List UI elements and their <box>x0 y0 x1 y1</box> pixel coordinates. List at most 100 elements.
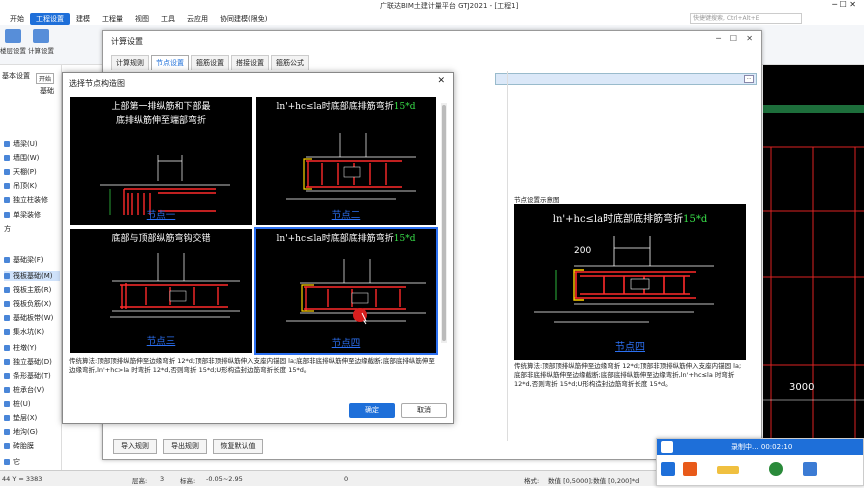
preview-title: 节点设置示意图 <box>514 196 560 204</box>
tab-node-settings[interactable]: 节点设置 <box>151 55 189 70</box>
component-label: 筏板基础(M) <box>13 272 53 280</box>
close-icon[interactable]: ✕ <box>746 34 753 43</box>
component-item[interactable]: 桩承台(V) <box>4 385 44 395</box>
window-controls[interactable]: ─ ☐ ✕ <box>832 0 856 9</box>
component-item[interactable]: 独立柱装修 <box>4 195 48 205</box>
component-icon <box>4 273 10 279</box>
stop-icon[interactable] <box>683 462 697 476</box>
component-item[interactable]: 条形基础(T) <box>4 371 51 381</box>
component-label: 单梁装修 <box>13 211 41 219</box>
component-label: 墙梁(U) <box>13 140 38 148</box>
selected-setting-row[interactable]: ··· <box>495 73 757 85</box>
recorder-widget: 录制中... 00:02:10 <box>656 438 864 486</box>
component-item[interactable]: 柱墩(Y) <box>4 343 37 353</box>
component-icon <box>4 429 10 435</box>
pause-icon[interactable] <box>661 462 675 476</box>
component-item[interactable]: 墙围(W) <box>4 153 39 163</box>
component-item[interactable]: 地沟(G) <box>4 427 38 437</box>
menu-cloud[interactable]: 云应用 <box>181 13 214 25</box>
menu-start[interactable]: 开始 <box>4 13 30 25</box>
cad-canvas[interactable]: 3000 <box>763 65 864 486</box>
component-item[interactable]: 吊顶(K) <box>4 181 37 191</box>
coord-readout: 44 Y = 3383 <box>2 475 43 483</box>
component-item[interactable]: 它 <box>4 457 20 467</box>
webcam-icon[interactable] <box>769 462 783 476</box>
component-item[interactable]: 桩(U) <box>4 399 31 409</box>
component-icon <box>4 315 10 321</box>
title-bar: 广联达BIM土建计量平台 GTJ2021 - [工程1] ─ ☐ ✕ <box>0 0 864 12</box>
ok-button[interactable]: 确定 <box>349 403 395 418</box>
component-item[interactable]: 独立基础(D) <box>4 357 52 367</box>
node-list-scrollbar[interactable] <box>441 103 447 343</box>
component-label: 独立柱装修 <box>13 196 48 204</box>
more-icon[interactable]: ··· <box>744 75 754 83</box>
menu-modeling[interactable]: 建模 <box>70 13 96 25</box>
scrollbar-thumb[interactable] <box>442 105 446 341</box>
component-item[interactable]: 筏板负筋(X) <box>4 299 51 309</box>
node-option-3[interactable]: 底部与顶部纵筋弯钩交错 节点三 <box>70 229 252 353</box>
node-option-4[interactable]: ln'+hc≤la时底部底排筋弯折15*d 节点四 <box>254 227 438 355</box>
component-label: 基础梁(F) <box>13 256 44 264</box>
import-rules-button[interactable]: 导入规则 <box>113 439 157 454</box>
node-option-1[interactable]: 上部第一排纵筋和下部最 底排纵筋伸至端部弯折 节点一 <box>70 97 252 225</box>
component-icon <box>4 415 10 421</box>
elevation-label: 标高: <box>180 477 196 485</box>
menu-quantities[interactable]: 工程量 <box>96 13 129 25</box>
node-dialog-close-icon[interactable]: ✕ <box>437 76 445 86</box>
component-item[interactable]: 天棚(P) <box>4 167 37 177</box>
component-label: 吊顶(K) <box>13 182 38 190</box>
foundation-tab[interactable]: 基础 <box>40 86 54 96</box>
tab-stirrup-settings[interactable]: 箍筋设置 <box>191 55 229 70</box>
calc-settings-button[interactable]: 计算设置 <box>28 29 54 55</box>
pen-icon[interactable] <box>803 462 817 476</box>
component-item[interactable]: 砖胎膜 <box>4 441 34 451</box>
tab-calc-rules[interactable]: 计算规则 <box>111 55 149 70</box>
node-4-caption: 节点四 <box>331 338 361 349</box>
floor-height-value: 3 <box>160 475 165 483</box>
node-option-2[interactable]: ln'+hc≤la时底部底排筋弯折15*d 节点二 <box>256 97 436 225</box>
component-label: 条形基础(T) <box>13 372 51 380</box>
component-label: 桩(U) <box>13 400 31 408</box>
component-item[interactable]: 垫层(X) <box>4 413 37 423</box>
maximize-icon[interactable]: ☐ <box>730 34 737 43</box>
component-icon <box>4 345 10 351</box>
component-item[interactable]: 墙梁(U) <box>4 139 38 149</box>
component-icon <box>4 359 10 365</box>
floor-settings-button[interactable]: 楼层设置 <box>0 29 26 55</box>
component-icon <box>4 443 10 449</box>
tab-stirrup-formula[interactable]: 箍筋公式 <box>271 55 309 70</box>
component-item[interactable]: 集水坑(K) <box>4 327 44 337</box>
component-item[interactable]: 基础板带(W) <box>4 313 53 323</box>
component-icon <box>4 155 10 161</box>
component-item[interactable]: 单梁装修 <box>4 210 41 220</box>
component-label: 它 <box>13 458 20 466</box>
restore-default-button[interactable]: 恢复默认值 <box>213 439 263 454</box>
menu-project-settings[interactable]: 工程设置 <box>30 12 70 25</box>
node-dialog-title: 选择节点构造图 <box>69 79 125 88</box>
shortcut-search-input[interactable]: 快捷键搜索, Ctrl+Alt+E <box>690 13 802 24</box>
export-rules-button[interactable]: 导出规则 <box>163 439 207 454</box>
menu-view[interactable]: 视图 <box>129 13 155 25</box>
component-item[interactable]: 方 <box>4 224 11 234</box>
cancel-button[interactable]: 取消 <box>401 403 447 418</box>
component-item[interactable]: 筏板主筋(R) <box>4 285 51 295</box>
menu-collab[interactable]: 协同建模(限免) <box>214 13 273 25</box>
camera-icon <box>661 441 673 453</box>
start-tab[interactable]: 开始 <box>36 73 55 84</box>
component-label: 集水坑(K) <box>13 328 45 336</box>
component-label: 桩承台(V) <box>13 386 45 394</box>
node-2-caption: 节点二 <box>331 210 361 221</box>
recorder-title: 录制中... 00:02:10 <box>657 439 863 455</box>
minimize-icon[interactable]: ─ <box>716 34 721 43</box>
calc-icon <box>33 29 49 43</box>
component-item[interactable]: 筏板基础(M) <box>4 271 60 281</box>
zero-value: 0 <box>344 475 349 483</box>
audio-level-icon <box>717 466 739 474</box>
component-item[interactable]: 基础梁(F) <box>4 255 44 265</box>
preview-caption: 节点四 <box>615 342 645 353</box>
divider <box>507 71 508 441</box>
tab-lap-settings[interactable]: 搭接设置 <box>231 55 269 70</box>
menu-tools[interactable]: 工具 <box>155 13 181 25</box>
calc-window-title: 计算设置 <box>111 37 143 46</box>
node-1-caption: 节点一 <box>146 210 176 221</box>
